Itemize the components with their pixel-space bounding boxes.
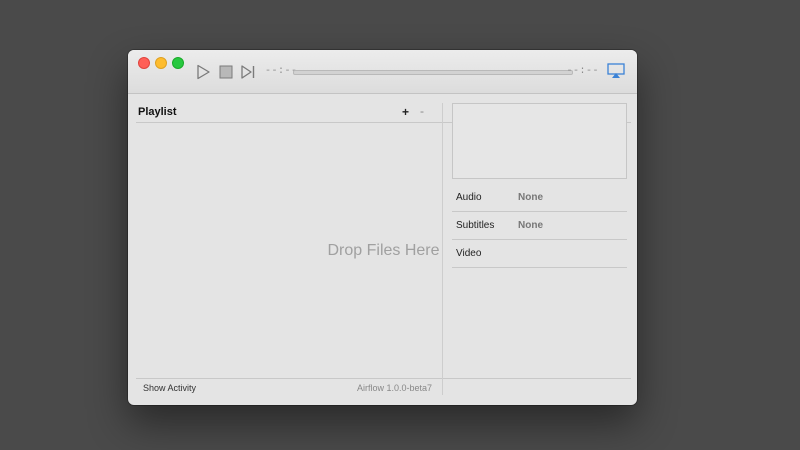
next-track-button[interactable] xyxy=(240,64,256,80)
show-activity-link[interactable]: Show Activity xyxy=(143,383,196,393)
airplay-button[interactable] xyxy=(607,63,625,79)
stop-icon xyxy=(219,65,233,79)
subtitles-label: Subtitles xyxy=(456,220,495,231)
subtitles-row[interactable]: Subtitles None xyxy=(452,211,627,240)
audio-value: None xyxy=(518,192,543,203)
seek-bar[interactable] xyxy=(293,70,573,75)
video-label: Video xyxy=(456,248,482,259)
audio-row[interactable]: Audio None xyxy=(452,183,627,212)
play-icon xyxy=(197,64,210,80)
play-button[interactable] xyxy=(195,64,211,80)
video-preview xyxy=(452,103,627,179)
app-window: --:-- --:-- Playlist + - Drop Files Here… xyxy=(128,50,637,405)
playlist-title: Playlist xyxy=(138,106,177,118)
playlist-footer-divider xyxy=(136,378,631,379)
stop-button[interactable] xyxy=(218,64,234,80)
audio-label: Audio xyxy=(456,192,482,203)
remaining-time: --:-- xyxy=(566,66,599,77)
minimize-window-button[interactable] xyxy=(155,57,167,69)
zoom-window-button[interactable] xyxy=(172,57,184,69)
next-icon xyxy=(241,65,255,79)
remove-playlist-item-button[interactable]: - xyxy=(420,104,424,118)
pane-divider xyxy=(442,103,443,395)
video-row[interactable]: Video xyxy=(452,239,627,268)
close-window-button[interactable] xyxy=(138,57,150,69)
airplay-icon xyxy=(607,63,625,78)
version-label: Airflow 1.0.0-beta7 xyxy=(356,383,432,393)
subtitles-value: None xyxy=(518,220,543,231)
add-playlist-item-button[interactable]: + xyxy=(402,105,409,119)
titlebar: --:-- --:-- xyxy=(128,50,637,94)
